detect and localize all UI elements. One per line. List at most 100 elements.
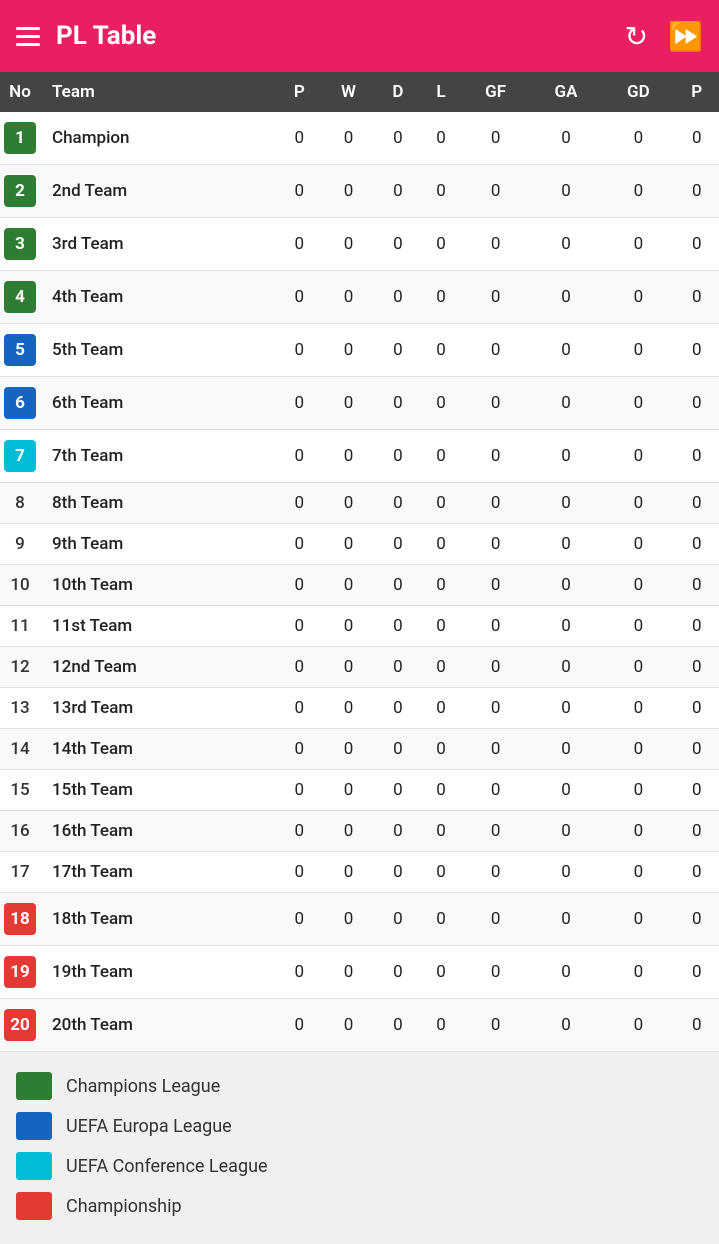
pts-cell: 0 bbox=[674, 999, 719, 1052]
rank-cell: 9 bbox=[0, 524, 40, 565]
pts-cell: 0 bbox=[674, 112, 719, 165]
gd-cell: 0 bbox=[602, 852, 674, 893]
played-cell: 0 bbox=[277, 271, 321, 324]
ga-cell: 0 bbox=[530, 999, 603, 1052]
pts-cell: 0 bbox=[674, 811, 719, 852]
legend-color-swatch bbox=[16, 1072, 52, 1100]
pts-cell: 0 bbox=[674, 647, 719, 688]
legend-label: Champions League bbox=[66, 1076, 220, 1097]
gf-cell: 0 bbox=[462, 324, 530, 377]
gf-cell: 0 bbox=[462, 218, 530, 271]
table-row: 10 10th Team 0 0 0 0 0 0 0 0 bbox=[0, 565, 719, 606]
rank-cell: 3 bbox=[0, 218, 40, 271]
rank-cell: 13 bbox=[0, 688, 40, 729]
drawn-cell: 0 bbox=[375, 606, 420, 647]
lost-cell: 0 bbox=[420, 218, 461, 271]
standings-table: No Team P W D L GF GA GD P 1 Champion 0 … bbox=[0, 72, 719, 1052]
rank-cell: 2 bbox=[0, 165, 40, 218]
ga-cell: 0 bbox=[530, 112, 603, 165]
col-header-team: Team bbox=[40, 72, 277, 112]
gd-cell: 0 bbox=[602, 606, 674, 647]
played-cell: 0 bbox=[277, 893, 321, 946]
refresh-icon[interactable]: ↻ bbox=[625, 20, 648, 53]
ga-cell: 0 bbox=[530, 946, 603, 999]
rank-cell: 17 bbox=[0, 852, 40, 893]
lost-cell: 0 bbox=[420, 377, 461, 430]
gf-cell: 0 bbox=[462, 271, 530, 324]
won-cell: 0 bbox=[322, 647, 376, 688]
drawn-cell: 0 bbox=[375, 811, 420, 852]
won-cell: 0 bbox=[322, 483, 376, 524]
table-row: 11 11st Team 0 0 0 0 0 0 0 0 bbox=[0, 606, 719, 647]
pts-cell: 0 bbox=[674, 729, 719, 770]
team-name-cell: 3rd Team bbox=[40, 218, 277, 271]
lost-cell: 0 bbox=[420, 430, 461, 483]
drawn-cell: 0 bbox=[375, 271, 420, 324]
table-row: 5 5th Team 0 0 0 0 0 0 0 0 bbox=[0, 324, 719, 377]
won-cell: 0 bbox=[322, 218, 376, 271]
played-cell: 0 bbox=[277, 565, 321, 606]
table-row: 13 13rd Team 0 0 0 0 0 0 0 0 bbox=[0, 688, 719, 729]
legend-color-swatch bbox=[16, 1152, 52, 1180]
drawn-cell: 0 bbox=[375, 112, 420, 165]
pts-cell: 0 bbox=[674, 430, 719, 483]
lost-cell: 0 bbox=[420, 524, 461, 565]
ga-cell: 0 bbox=[530, 565, 603, 606]
pts-cell: 0 bbox=[674, 271, 719, 324]
col-header-p: P bbox=[277, 72, 321, 112]
team-name-cell: 18th Team bbox=[40, 893, 277, 946]
rank-cell: 11 bbox=[0, 606, 40, 647]
played-cell: 0 bbox=[277, 524, 321, 565]
rank-cell: 16 bbox=[0, 811, 40, 852]
gf-cell: 0 bbox=[462, 483, 530, 524]
lost-cell: 0 bbox=[420, 999, 461, 1052]
ga-cell: 0 bbox=[530, 893, 603, 946]
ga-cell: 0 bbox=[530, 688, 603, 729]
gf-cell: 0 bbox=[462, 565, 530, 606]
played-cell: 0 bbox=[277, 811, 321, 852]
gf-cell: 0 bbox=[462, 606, 530, 647]
gf-cell: 0 bbox=[462, 688, 530, 729]
won-cell: 0 bbox=[322, 165, 376, 218]
ga-cell: 0 bbox=[530, 165, 603, 218]
lost-cell: 0 bbox=[420, 729, 461, 770]
gf-cell: 0 bbox=[462, 112, 530, 165]
team-name-cell: 19th Team bbox=[40, 946, 277, 999]
hamburger-menu-icon[interactable] bbox=[16, 27, 40, 46]
lost-cell: 0 bbox=[420, 606, 461, 647]
rank-cell: 1 bbox=[0, 112, 40, 165]
drawn-cell: 0 bbox=[375, 524, 420, 565]
ga-cell: 0 bbox=[530, 377, 603, 430]
table-row: 14 14th Team 0 0 0 0 0 0 0 0 bbox=[0, 729, 719, 770]
legend-section: Champions League UEFA Europa League UEFA… bbox=[0, 1052, 719, 1244]
col-header-l: L bbox=[420, 72, 461, 112]
won-cell: 0 bbox=[322, 729, 376, 770]
ga-cell: 0 bbox=[530, 811, 603, 852]
gd-cell: 0 bbox=[602, 165, 674, 218]
drawn-cell: 0 bbox=[375, 430, 420, 483]
rank-cell: 18 bbox=[0, 893, 40, 946]
rank-cell: 7 bbox=[0, 430, 40, 483]
rank-cell: 6 bbox=[0, 377, 40, 430]
standings-table-container: No Team P W D L GF GA GD P 1 Champion 0 … bbox=[0, 72, 719, 1052]
won-cell: 0 bbox=[322, 430, 376, 483]
ga-cell: 0 bbox=[530, 852, 603, 893]
lost-cell: 0 bbox=[420, 770, 461, 811]
won-cell: 0 bbox=[322, 946, 376, 999]
team-name-cell: 8th Team bbox=[40, 483, 277, 524]
ga-cell: 0 bbox=[530, 647, 603, 688]
legend-label: UEFA Conference League bbox=[66, 1156, 268, 1177]
rank-cell: 8 bbox=[0, 483, 40, 524]
played-cell: 0 bbox=[277, 483, 321, 524]
gd-cell: 0 bbox=[602, 218, 674, 271]
team-name-cell: 20th Team bbox=[40, 999, 277, 1052]
played-cell: 0 bbox=[277, 218, 321, 271]
gf-cell: 0 bbox=[462, 946, 530, 999]
table-row: 17 17th Team 0 0 0 0 0 0 0 0 bbox=[0, 852, 719, 893]
col-header-no: No bbox=[0, 72, 40, 112]
table-row: 19 19th Team 0 0 0 0 0 0 0 0 bbox=[0, 946, 719, 999]
lost-cell: 0 bbox=[420, 483, 461, 524]
pts-cell: 0 bbox=[674, 946, 719, 999]
team-name-cell: 4th Team bbox=[40, 271, 277, 324]
fast-forward-icon[interactable]: ⏩ bbox=[668, 20, 703, 53]
